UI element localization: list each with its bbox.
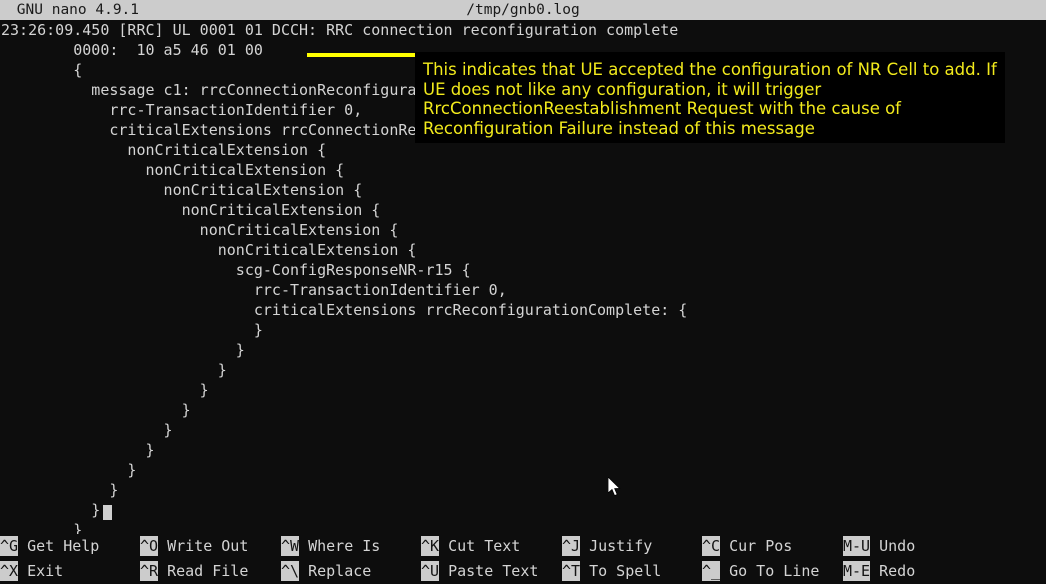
shortcut-key: ^K <box>421 536 440 556</box>
editor-line: } <box>1 361 227 379</box>
shortcut-key: ^R <box>140 561 159 581</box>
shortcut-label: Go To Line <box>729 562 820 580</box>
shortcut-label: Get Help <box>27 537 100 555</box>
shortcut-item-go-to-line[interactable]: ^_ Go To Line <box>702 559 819 584</box>
shortcut-key: M-U <box>843 536 871 556</box>
shortcut-key: ^_ <box>702 561 721 581</box>
annotation-line: Reconfiguration Failure instead of this … <box>423 118 815 138</box>
annotation-line: RrcConnectionReestablishment Request wit… <box>423 99 901 118</box>
editor-line: nonCriticalExtension { <box>1 141 327 159</box>
shortcut-label: Replace <box>308 562 372 580</box>
shortcut-item-replace[interactable]: ^\ Replace <box>281 559 380 584</box>
shortcut-key: ^G <box>0 536 19 556</box>
shortcut-item-read-file[interactable]: ^R Read File <box>140 559 248 584</box>
nano-shortcut-bar: ^G Get Help ^X Exit ^O Write Out ^R Read Fi… <box>0 534 1046 584</box>
annotation-callout: This indicates that UE accepted the conf… <box>415 52 1005 143</box>
editor-line: } <box>1 381 209 399</box>
shortcut-key: ^X <box>0 561 19 581</box>
shortcut-label: Cut Text <box>448 537 521 555</box>
shortcut-key: ^T <box>562 561 581 581</box>
shortcut-column: ^J Justify ^T To Spell <box>562 534 661 584</box>
shortcut-label: Read File <box>167 562 249 580</box>
shortcut-key: ^C <box>702 536 721 556</box>
nano-title-bar: GNU nano 4.9.1 /tmp/gnb0.log <box>0 0 1046 20</box>
shortcut-key: M-E <box>843 561 871 581</box>
shortcut-key: ^J <box>562 536 581 556</box>
shortcut-item-justify[interactable]: ^J Justify <box>562 534 661 559</box>
editor-line: nonCriticalExtension { <box>1 241 417 259</box>
mouse-pointer-icon <box>607 476 622 498</box>
terminal-screen: GNU nano 4.9.1 /tmp/gnb0.log 23:26:09.45… <box>0 0 1046 584</box>
shortcut-key: ^U <box>421 561 440 581</box>
shortcut-label: Exit <box>27 562 64 580</box>
editor-line: } <box>1 421 173 439</box>
editor-line: scg-ConfigResponseNR-r15 { <box>1 261 471 279</box>
shortcut-column: ^K Cut Text ^U Paste Text <box>421 534 538 584</box>
shortcut-item-cut-text[interactable]: ^K Cut Text <box>421 534 538 559</box>
shortcut-item-redo[interactable]: M-E Redo <box>843 559 915 584</box>
shortcut-column: M-U Undo M-E Redo <box>843 534 915 584</box>
annotation-line: UE does not like any configuration, it w… <box>423 79 822 99</box>
editor-line: nonCriticalExtension { <box>1 221 399 239</box>
editor-line: criticalExtensions rrcReconfigurationCom… <box>1 301 688 319</box>
text-caret <box>103 505 112 520</box>
shortcut-key: ^\ <box>281 561 300 581</box>
shortcut-key: ^W <box>281 536 300 556</box>
nano-filename-label: /tmp/gnb0.log <box>466 2 580 18</box>
editor-line: nonCriticalExtension { <box>1 181 363 199</box>
shortcut-column: ^W Where Is ^\ Replace <box>281 534 380 584</box>
shortcut-item-get-help[interactable]: ^G Get Help <box>0 534 99 559</box>
shortcut-label: Cur Pos <box>729 537 793 555</box>
editor-line: } <box>1 481 119 499</box>
shortcut-column: ^O Write Out ^R Read File <box>140 534 248 584</box>
editor-line: rrc-TransactionIdentifier 0, <box>1 281 507 299</box>
shortcut-label: Where Is <box>308 537 381 555</box>
annotation-line: This indicates that UE accepted the conf… <box>423 60 997 79</box>
shortcut-label: Write Out <box>167 537 249 555</box>
editor-line: nonCriticalExtension { <box>1 201 381 219</box>
shortcut-item-where-is[interactable]: ^W Where Is <box>281 534 380 559</box>
shortcut-item-write-out[interactable]: ^O Write Out <box>140 534 248 559</box>
shortcut-item-to-spell[interactable]: ^T To Spell <box>562 559 661 584</box>
editor-line: } <box>1 441 155 459</box>
editor-line: } <box>1 321 263 339</box>
editor-line: nonCriticalExtension { <box>1 161 345 179</box>
editor-line: } <box>1 401 191 419</box>
shortcut-item-cur-pos[interactable]: ^C Cur Pos <box>702 534 819 559</box>
shortcut-label: To Spell <box>589 562 662 580</box>
shortcut-column: ^C Cur Pos ^_ Go To Line <box>702 534 819 584</box>
editor-line: } <box>1 501 101 519</box>
shortcut-column: ^G Get Help ^X Exit <box>0 534 99 584</box>
shortcut-item-paste-text[interactable]: ^U Paste Text <box>421 559 538 584</box>
shortcut-key: ^O <box>140 536 159 556</box>
editor-line: } <box>1 461 137 479</box>
shortcut-label: Paste Text <box>448 562 539 580</box>
shortcut-label: Undo <box>879 537 916 555</box>
shortcut-label: Redo <box>879 562 916 580</box>
shortcut-item-undo[interactable]: M-U Undo <box>843 534 915 559</box>
shortcut-item-exit[interactable]: ^X Exit <box>0 559 99 584</box>
editor-line: 23:26:09.450 [RRC] UL 0001 01 DCCH: RRC … <box>1 21 679 39</box>
shortcut-label: Justify <box>589 537 653 555</box>
editor-line: } <box>1 341 245 359</box>
